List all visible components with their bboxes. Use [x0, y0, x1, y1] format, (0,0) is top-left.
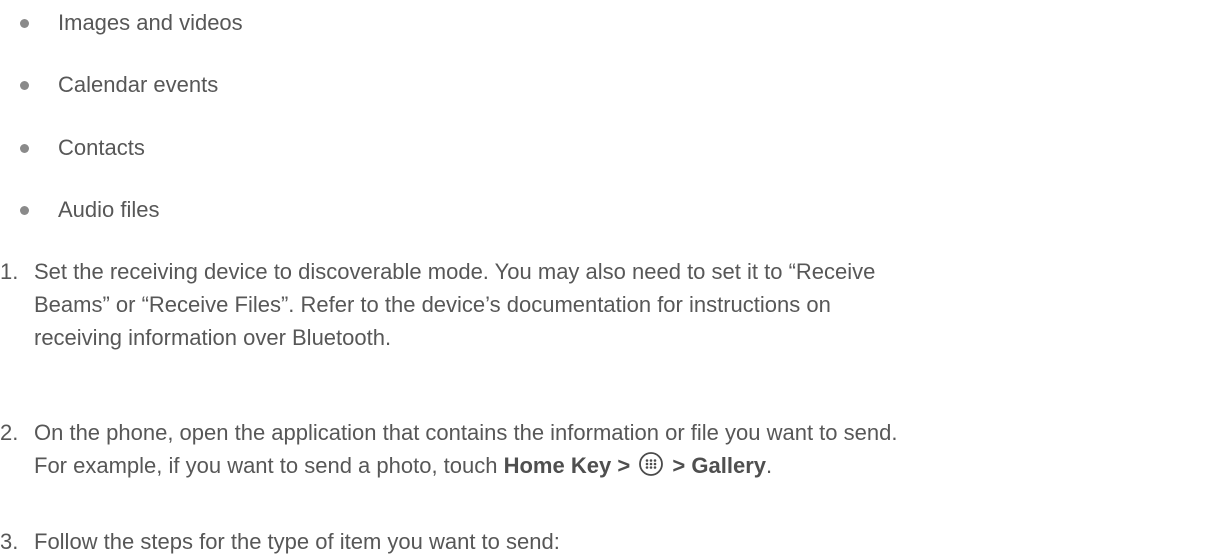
step-text-line: Follow the steps for the type of item yo… [34, 529, 560, 554]
step-text-line: Beams” or “Receive Files”. Refer to the … [34, 292, 831, 317]
bullet-icon [20, 206, 29, 215]
bullet-icon [20, 81, 29, 90]
gallery-label: > Gallery [672, 453, 766, 478]
step-text-line: receiving information over Bluetooth. [34, 325, 392, 350]
list-item-label: Images and videos [58, 10, 243, 35]
step-number: 2. [0, 420, 19, 445]
bullet-icon [20, 144, 29, 153]
apps-grid-icon [638, 451, 664, 477]
step-text: Set the receiving device to discoverable… [34, 256, 1214, 354]
step-text-line: On the phone, open the application that … [34, 420, 898, 445]
step-text-line: Set the receiving device to discoverable… [34, 259, 876, 284]
bullet-icon [20, 19, 29, 28]
list-item: Audio files [0, 195, 600, 225]
step-text: On the phone, open the application that … [34, 417, 1214, 482]
step-text-suffix: . [766, 453, 773, 478]
step-text-line: For example, if you want to send a photo… [34, 450, 1214, 482]
list-item-label: Contacts [58, 135, 145, 160]
step-number: 3. [0, 529, 19, 554]
list-item-label: Audio files [58, 197, 160, 222]
step-number: 1. [0, 259, 19, 284]
list-item: Images and videos [0, 8, 600, 38]
step-text: Follow the steps for the type of item yo… [34, 526, 1214, 558]
list-item-label: Calendar events [58, 72, 219, 97]
step-text-prefix: For example, if you want to send a photo… [34, 453, 504, 478]
document-page: Images and videos Calendar events Contac… [0, 0, 1219, 558]
home-key-label: Home Key > [503, 453, 631, 478]
list-item: Contacts [0, 133, 600, 163]
list-item: Calendar events [0, 70, 600, 100]
